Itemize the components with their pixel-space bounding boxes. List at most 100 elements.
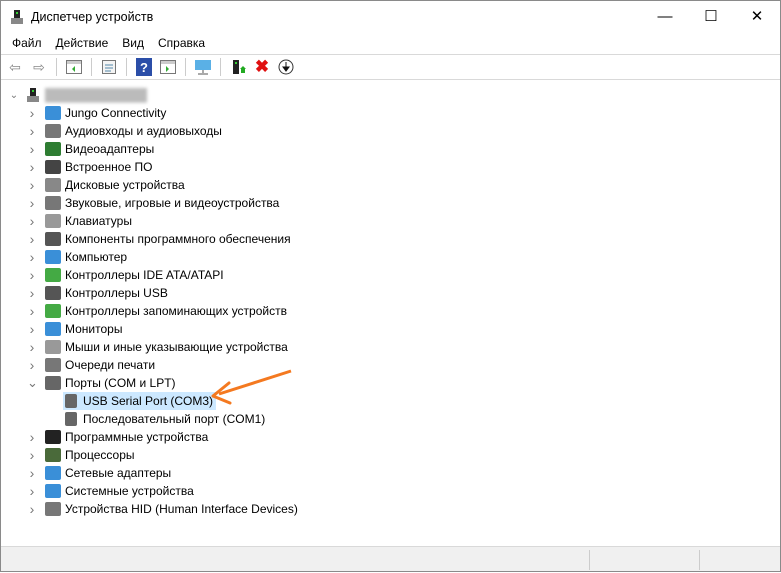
- port-icon: [65, 394, 77, 408]
- chevron-right-icon[interactable]: ›: [27, 195, 37, 211]
- chevron-right-icon[interactable]: ›: [27, 267, 37, 283]
- software-device-icon: [45, 430, 61, 444]
- printer-icon: [45, 358, 61, 372]
- toolbar-separator: [56, 58, 57, 76]
- category-label: Программные устройства: [65, 430, 209, 444]
- status-bar: [1, 546, 780, 571]
- tree-category[interactable]: › Устройства HID (Human Interface Device…: [27, 500, 298, 518]
- scan-hardware-icon[interactable]: [193, 57, 213, 77]
- chevron-right-icon[interactable]: ›: [27, 321, 37, 337]
- category-label: Мониторы: [65, 322, 123, 336]
- chevron-right-icon[interactable]: ›: [27, 249, 37, 265]
- help-icon[interactable]: ?: [134, 57, 154, 77]
- tree-category[interactable]: › Дисковые устройства: [27, 176, 185, 194]
- category-label: Видеоадаптеры: [65, 142, 155, 156]
- chevron-right-icon[interactable]: ›: [27, 285, 37, 301]
- properties-icon[interactable]: [99, 57, 119, 77]
- menu-bar: Файл Действие Вид Справка: [1, 33, 212, 53]
- tree-category[interactable]: ⌄ Порты (COM и LPT): [27, 374, 176, 392]
- chevron-right-icon[interactable]: ›: [27, 357, 37, 373]
- menu-action[interactable]: Действие: [49, 33, 116, 53]
- port-icon: [65, 412, 77, 426]
- tree-category[interactable]: › Сетевые адаптеры: [27, 464, 172, 482]
- menu-file[interactable]: Файл: [5, 33, 49, 53]
- category-label: Контроллеры IDE ATA/ATAPI: [65, 268, 224, 282]
- chevron-right-icon[interactable]: ›: [27, 159, 37, 175]
- category-label: Сетевые адаптеры: [65, 466, 172, 480]
- tree-category[interactable]: › Процессоры: [27, 446, 135, 464]
- tree-category[interactable]: › Компоненты программного обеспечения: [27, 230, 291, 248]
- category-label: Очереди печати: [65, 358, 156, 372]
- disable-device-icon[interactable]: [276, 57, 296, 77]
- tree-category[interactable]: › Контроллеры запоминающих устройств: [27, 302, 287, 320]
- forward-icon[interactable]: ⇨: [29, 57, 49, 77]
- storage-controller-icon: [45, 304, 61, 318]
- uninstall-icon[interactable]: ✖: [252, 57, 272, 77]
- ide-controller-icon: [45, 268, 61, 282]
- chevron-down-icon[interactable]: ⌄: [27, 375, 38, 391]
- show-hide-console-tree-icon[interactable]: [64, 57, 84, 77]
- menu-help[interactable]: Справка: [151, 33, 212, 53]
- port-device[interactable]: USB Serial Port (COM3): [63, 392, 217, 410]
- tree-category[interactable]: › Встроенное ПО: [27, 158, 153, 176]
- category-label: Компоненты программного обеспечения: [65, 232, 291, 246]
- tree-category[interactable]: › Jungo Connectivity: [27, 104, 167, 122]
- window-title: Диспетчер устройств: [31, 10, 154, 24]
- port-label: Последовательный порт (COM1): [83, 412, 266, 426]
- chevron-right-icon[interactable]: ›: [27, 465, 37, 481]
- mouse-icon: [45, 340, 61, 354]
- usb-icon: [45, 286, 61, 300]
- software-component-icon: [45, 232, 61, 246]
- network-icon: [45, 466, 61, 480]
- chevron-right-icon[interactable]: ›: [27, 213, 37, 229]
- chevron-down-icon[interactable]: ⌄: [9, 90, 19, 101]
- tree-category[interactable]: › Звуковые, игровые и видеоустройства: [27, 194, 280, 212]
- device-manager-icon: [9, 9, 25, 25]
- chevron-right-icon[interactable]: ›: [27, 483, 37, 499]
- chevron-right-icon[interactable]: ›: [27, 303, 37, 319]
- monitor-icon: [45, 106, 61, 120]
- device-tree: ⌄ ████████████ › Jungo Connectivity › Ау…: [1, 83, 780, 545]
- chevron-right-icon[interactable]: ›: [27, 429, 37, 445]
- category-label: Устройства HID (Human Interface Devices): [65, 502, 298, 516]
- menu-view[interactable]: Вид: [115, 33, 151, 53]
- category-label: Аудиовходы и аудиовыходы: [65, 124, 222, 138]
- tree-root[interactable]: ⌄ ████████████: [9, 86, 147, 104]
- system-icon: [45, 484, 61, 498]
- computer-icon: [45, 250, 61, 264]
- tree-category[interactable]: › Мониторы: [27, 320, 123, 338]
- action-pane-icon[interactable]: [158, 57, 178, 77]
- speaker-icon: [45, 196, 61, 210]
- update-driver-icon[interactable]: [228, 57, 248, 77]
- chevron-right-icon[interactable]: ›: [27, 501, 37, 517]
- port-icon: [45, 376, 61, 390]
- close-button[interactable]: ✕: [734, 1, 780, 31]
- chevron-right-icon[interactable]: ›: [27, 447, 37, 463]
- tree-category[interactable]: › Клавиатуры: [27, 212, 132, 230]
- firmware-icon: [45, 160, 61, 174]
- tree-category[interactable]: › Системные устройства: [27, 482, 194, 500]
- chevron-right-icon[interactable]: ›: [27, 339, 37, 355]
- tree-category[interactable]: › Очереди печати: [27, 356, 155, 374]
- chevron-right-icon[interactable]: ›: [27, 141, 37, 157]
- tree-category[interactable]: › Аудиовходы и аудиовыходы: [27, 122, 222, 140]
- tree-category[interactable]: › Мыши и иные указывающие устройства: [27, 338, 288, 356]
- tree-category[interactable]: › Контроллеры USB: [27, 284, 168, 302]
- back-icon[interactable]: ⇦: [5, 57, 25, 77]
- tree-category[interactable]: › Программные устройства: [27, 428, 209, 446]
- category-label: Звуковые, игровые и видеоустройства: [65, 196, 280, 210]
- tree-category[interactable]: › Компьютер: [27, 248, 127, 266]
- toolbar-separator: [220, 58, 221, 76]
- port-device[interactable]: Последовательный порт (COM1): [63, 410, 265, 428]
- chevron-right-icon[interactable]: ›: [27, 105, 37, 121]
- svg-text:?: ?: [140, 60, 148, 75]
- minimize-button[interactable]: —: [642, 1, 688, 31]
- chevron-right-icon[interactable]: ›: [27, 123, 37, 139]
- chevron-right-icon[interactable]: ›: [27, 231, 37, 247]
- tree-category[interactable]: › Видеоадаптеры: [27, 140, 155, 158]
- maximize-button[interactable]: ☐: [688, 1, 734, 31]
- category-label: Мыши и иные указывающие устройства: [65, 340, 288, 354]
- chevron-right-icon[interactable]: ›: [27, 177, 37, 193]
- tree-category[interactable]: › Контроллеры IDE ATA/ATAPI: [27, 266, 224, 284]
- toolbar-separator: [126, 58, 127, 76]
